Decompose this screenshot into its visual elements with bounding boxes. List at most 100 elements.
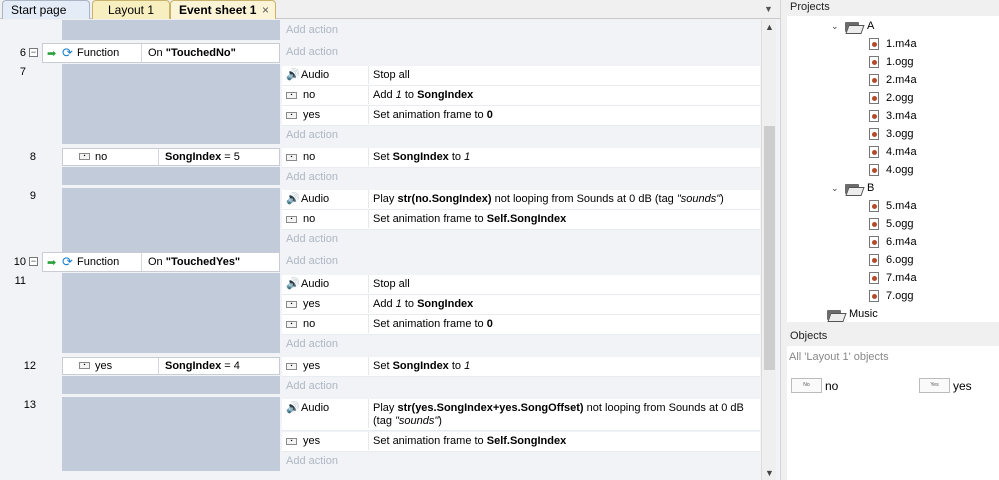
tab-label: Layout 1 (107, 3, 155, 17)
action-object: yes (303, 298, 321, 310)
action-row[interactable]: ▪ no Add 1 to SongIndex (282, 86, 760, 106)
action-text: Add 1 to SongIndex (368, 86, 756, 104)
action-text: Set SongIndex to 1 (368, 357, 756, 375)
sprite-icon: ▪ (79, 362, 90, 369)
tree-file[interactable]: 3.m4a (869, 108, 917, 124)
chevron-up-icon[interactable]: ▲ (765, 22, 774, 32)
tree-file[interactable]: 1.m4a (869, 36, 917, 52)
tree-file[interactable]: 6.m4a (869, 234, 917, 250)
condition-block (62, 20, 280, 40)
action-object: no (303, 213, 316, 225)
chevron-down-icon[interactable]: ⌄ (831, 180, 841, 196)
audio-file-icon (869, 56, 879, 68)
action-row[interactable]: ▪ no Set animation frame to 0 (282, 315, 760, 335)
folder-icon (827, 309, 843, 320)
tree-file[interactable]: 3.ogg (869, 126, 914, 142)
sprite-icon: ▪ (79, 153, 90, 160)
action-row[interactable]: 🔊 Audio Play str(no.SongIndex) not loopin… (282, 190, 760, 210)
tree-file-label: 2.m4a (886, 74, 917, 86)
tree-file[interactable]: 1.ogg (869, 54, 914, 70)
add-action-link[interactable]: Add action (286, 129, 338, 141)
speaker-icon: 🔊 (286, 278, 300, 290)
function-header[interactable]: ➡ ⟳ Function On "TouchedNo" (42, 43, 280, 63)
add-action-link[interactable]: Add action (286, 233, 338, 245)
chevron-down-icon[interactable]: ▼ (765, 468, 774, 478)
condition-block[interactable] (62, 64, 280, 144)
tree-file[interactable]: 2.m4a (869, 72, 917, 88)
tree-file[interactable]: 5.ogg (869, 216, 914, 232)
tree-file[interactable]: 4.ogg (869, 162, 914, 178)
action-row[interactable]: ▪ yes Add 1 to SongIndex (282, 295, 760, 315)
speaker-icon: 🔊 (286, 193, 300, 205)
object-card[interactable]: No no (791, 378, 838, 393)
audio-file-icon (869, 272, 879, 284)
vertical-scrollbar[interactable]: ▲ ▼ (761, 20, 776, 480)
add-action-link[interactable]: Add action (286, 46, 338, 58)
project-tree[interactable]: ⌄ A 1.m4a 1.ogg 2.m4a 2.ogg 3.m4a 3.ogg 4.m4a 4.o… (787, 16, 999, 320)
tree-folder[interactable]: ⌄ B (831, 180, 874, 196)
tree-folder[interactable]: ⌄ A (831, 18, 874, 34)
function-label: Function (77, 47, 120, 59)
tree-file[interactable]: 2.ogg (869, 90, 914, 106)
tree-file[interactable]: 7.m4a (869, 270, 917, 286)
function-header[interactable]: ➡ ⟳ Function On "TouchedYes" (42, 252, 280, 272)
action-object: no (303, 151, 316, 163)
add-action-link[interactable]: Add action (286, 380, 338, 392)
add-action-link[interactable]: Add action (286, 455, 338, 467)
object-thumbnail: No (791, 378, 822, 393)
folder-icon (845, 183, 861, 194)
action-row[interactable]: ▪ yes Set animation frame to Self.SongInd… (282, 432, 760, 452)
tab-start-page[interactable]: Start page (2, 0, 90, 19)
action-row[interactable]: 🔊 Audio Stop all (282, 66, 760, 86)
tree-folder-label: B (867, 182, 875, 194)
action-row[interactable]: ▪ no Set animation frame to Self.SongInde… (282, 210, 760, 230)
add-action-link[interactable]: Add action (286, 24, 338, 36)
condition-text: SongIndex = 5 (165, 151, 240, 163)
object-card[interactable]: Yes yes (919, 378, 972, 393)
tree-file[interactable]: 4.m4a (869, 144, 917, 160)
action-row[interactable]: ▪ yes Set SongIndex to 1 (282, 357, 760, 377)
arrow-right-icon: ➡ (47, 48, 57, 60)
tab-layout-1[interactable]: Layout 1 (92, 0, 170, 19)
collapse-toggle[interactable]: − (29, 257, 38, 266)
sub-condition[interactable]: ▪ no SongIndex = 5 (62, 148, 280, 166)
action-row[interactable]: 🔊 Audio Play str(yes.SongIndex+yes.SongOf… (282, 399, 760, 431)
event-number: 13 (23, 399, 36, 411)
chevron-down-icon[interactable]: ▼ (764, 4, 773, 14)
tree-folder[interactable]: Music (827, 306, 878, 322)
sub-condition[interactable]: ▪ yes SongIndex = 4 (62, 357, 280, 375)
action-row[interactable]: ▪ yes Set animation frame to 0 (282, 106, 760, 126)
audio-file-icon (869, 38, 879, 50)
condition-block[interactable] (62, 397, 280, 471)
event-number: 11 (14, 275, 26, 287)
panel-splitter[interactable] (780, 0, 786, 480)
tree-file[interactable]: 5.m4a (869, 198, 917, 214)
condition-object: no (95, 151, 108, 163)
sprite-icon: ▪ (286, 437, 297, 445)
chevron-down-icon[interactable]: ⌄ (831, 18, 841, 34)
action-row[interactable]: 🔊 Audio Stop all (282, 275, 760, 295)
add-action-link[interactable]: Add action (286, 338, 338, 350)
tree-file-label: 7.ogg (886, 290, 914, 302)
tree-file-label: 1.m4a (886, 38, 917, 50)
tab-event-sheet-1[interactable]: Event sheet 1 × (170, 0, 276, 19)
tree-file-label: 3.ogg (886, 128, 914, 140)
scrollbar-thumb[interactable] (764, 126, 775, 370)
projects-panel: Projects ⌄ A 1.m4a 1.ogg 2.m4a 2.ogg 3.m4a 3.og… (787, 0, 999, 322)
objects-filter: All 'Layout 1' objects (789, 351, 889, 363)
event-sheet[interactable]: Add action 6 − ➡ ⟳ Function On "TouchedN… (0, 20, 780, 480)
audio-file-icon (869, 128, 879, 140)
action-row[interactable]: ▪ no Set SongIndex to 1 (282, 148, 760, 168)
action-object: Audio (301, 193, 330, 205)
collapse-toggle[interactable]: − (29, 48, 38, 57)
condition-block[interactable] (62, 273, 280, 353)
condition-block[interactable] (62, 188, 280, 252)
action-object: yes (303, 109, 321, 121)
tree-file[interactable]: 7.ogg (869, 288, 914, 304)
event-number: 9 (29, 190, 36, 202)
action-text: Play str(yes.SongIndex+yes.SongOffset) n… (368, 399, 756, 428)
close-icon[interactable]: × (262, 1, 269, 19)
add-action-link[interactable]: Add action (286, 255, 338, 267)
tree-file[interactable]: 6.ogg (869, 252, 914, 268)
add-action-link[interactable]: Add action (286, 171, 338, 183)
